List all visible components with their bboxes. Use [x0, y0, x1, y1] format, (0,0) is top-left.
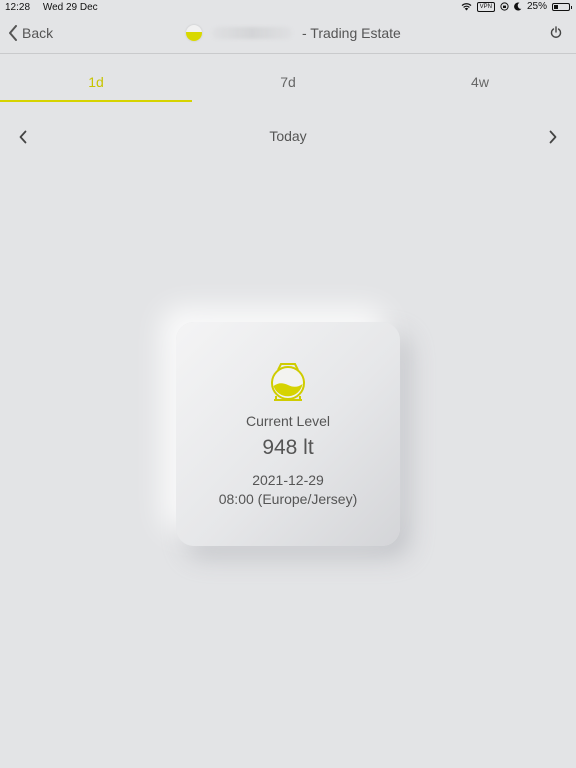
- tank-logo-icon: [186, 25, 202, 41]
- tank-level-icon: [271, 363, 305, 401]
- redacted-site-name: [212, 27, 292, 39]
- back-label: Back: [22, 25, 54, 41]
- vpn-icon: VPN: [476, 1, 495, 12]
- moon-icon: [514, 2, 522, 11]
- tab-1d[interactable]: 1d: [0, 54, 192, 102]
- reading-time: 08:00 (Europe/Jersey): [218, 491, 358, 507]
- nav-bar: Back - Trading Estate: [0, 16, 576, 54]
- date-navigation: Today: [0, 125, 576, 149]
- status-date: Wed 29 Dec: [42, 2, 98, 13]
- tab-7d[interactable]: 7d: [192, 54, 384, 102]
- chevron-left-icon: [9, 25, 17, 41]
- nav-title: - Trading Estate: [186, 25, 401, 41]
- battery-fill: [554, 4, 558, 9]
- period-tabs: 1d 7d 4w: [0, 54, 576, 102]
- status-right: VPN 25%: [461, 1, 572, 12]
- status-time: 12:28: [5, 2, 31, 13]
- back-button[interactable]: Back: [8, 25, 53, 41]
- current-level-card: Current Level 948 lt 2021-12-29 08:00 (E…: [176, 322, 400, 546]
- chevron-right-icon[interactable]: [548, 129, 558, 145]
- battery-percent: 25%: [526, 1, 547, 12]
- rotation-lock-icon: [500, 2, 509, 11]
- tab-4w[interactable]: 4w: [384, 54, 576, 102]
- status-left: 12:28 Wed 29 Dec: [5, 2, 108, 13]
- wifi-icon: [461, 3, 472, 11]
- card-title: Current Level: [245, 413, 331, 429]
- date-label: Today: [269, 128, 307, 144]
- tank-logo-fill: [186, 32, 202, 41]
- power-icon[interactable]: [550, 26, 562, 39]
- status-bar: 12:28 Wed 29 Dec VPN 25%: [0, 0, 576, 16]
- site-title: - Trading Estate: [302, 25, 401, 41]
- reading-date: 2021-12-29: [252, 472, 324, 488]
- current-level-value: 948 lt: [262, 436, 314, 459]
- battery-icon: [552, 2, 572, 11]
